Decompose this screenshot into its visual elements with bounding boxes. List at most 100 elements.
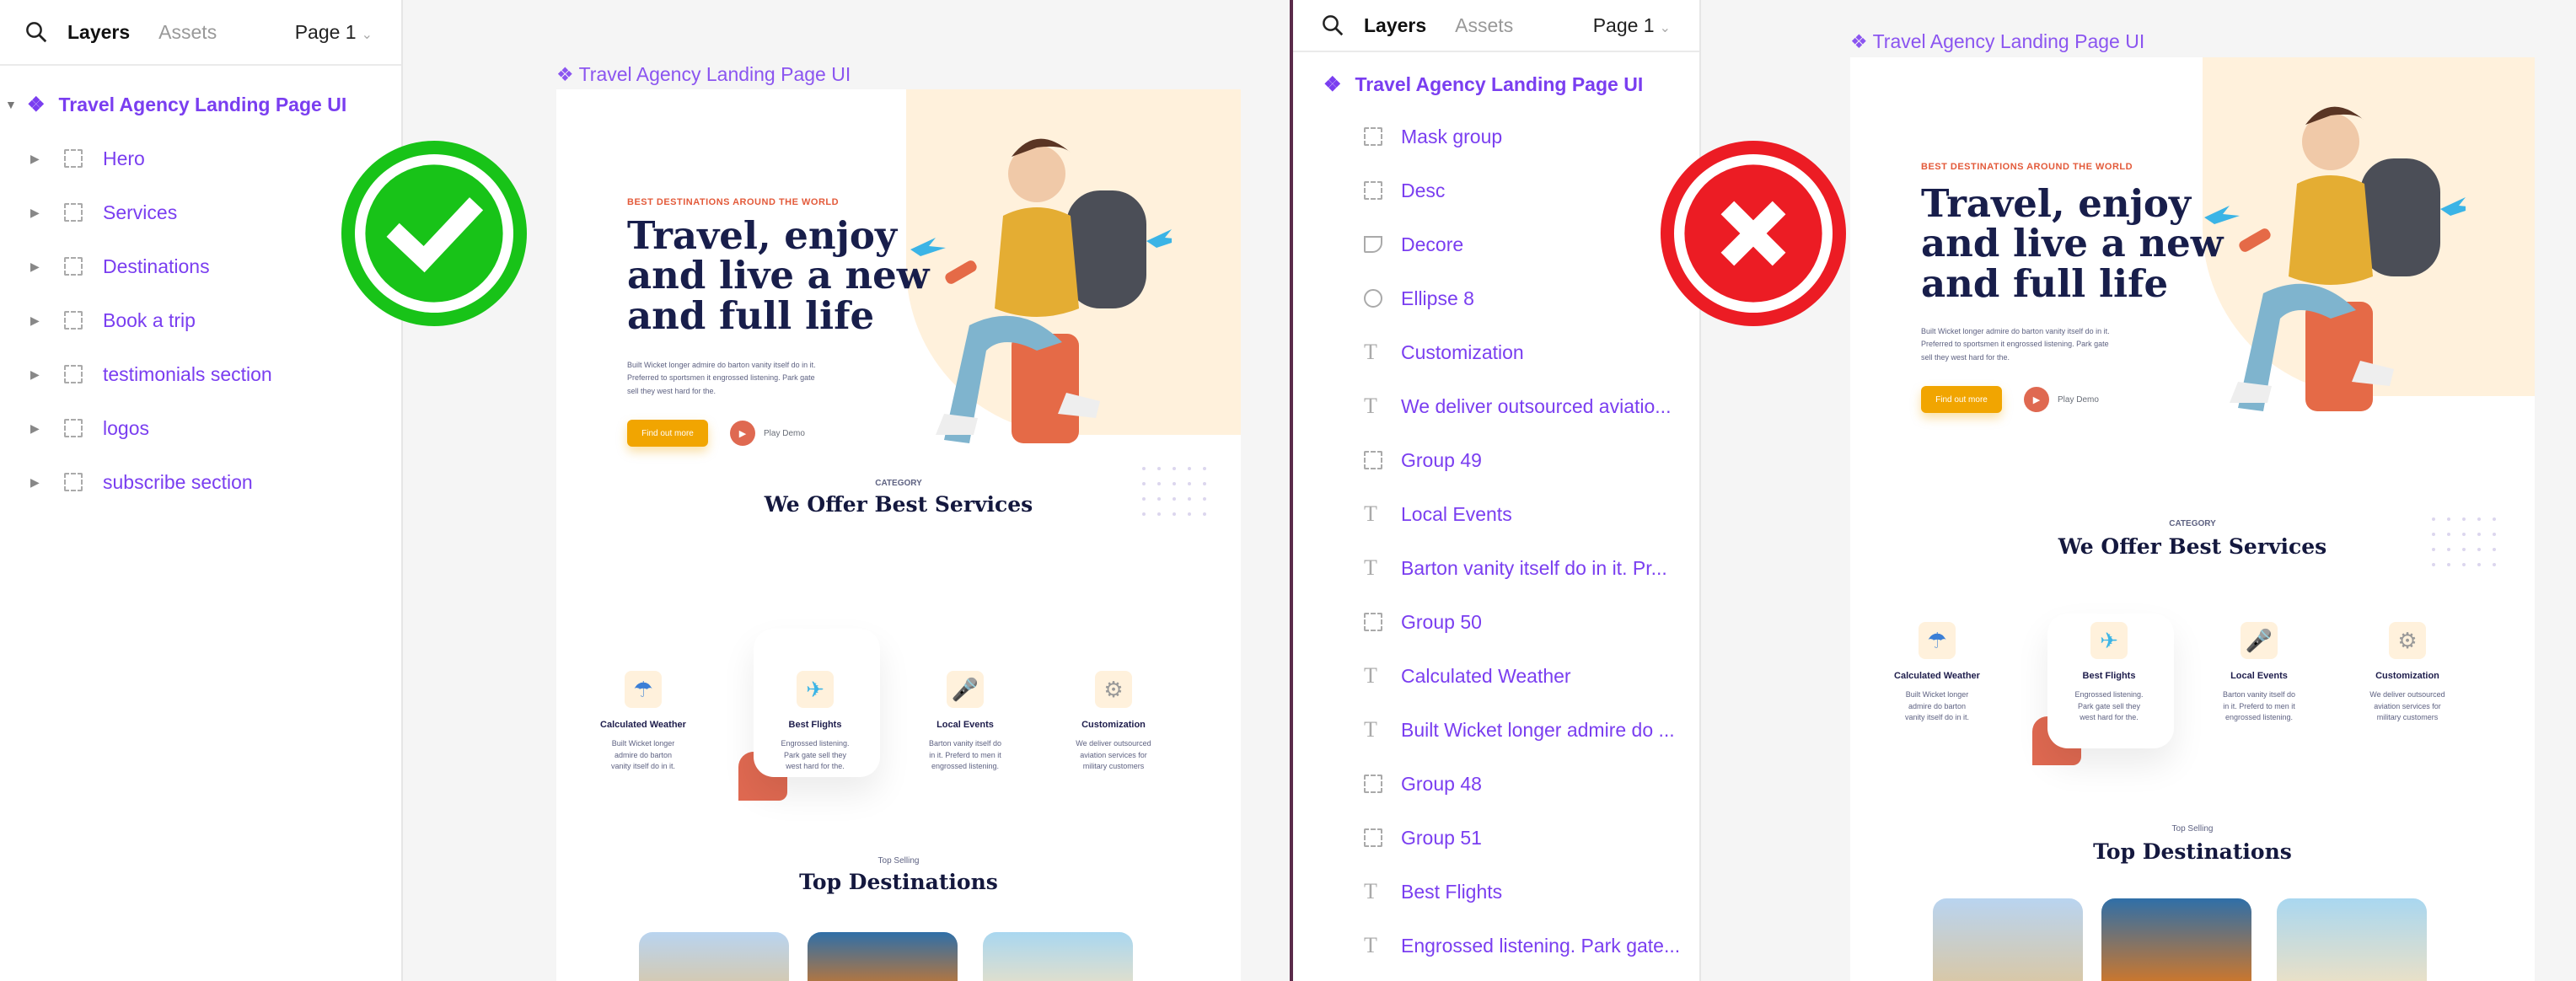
frame-icon xyxy=(1364,775,1382,793)
layer-row[interactable]: Mask group xyxy=(1293,110,1699,164)
service-title: Calculated Weather xyxy=(1894,671,1980,681)
layer-row[interactable]: Group 48 xyxy=(1293,757,1699,811)
layer-row[interactable]: Decore xyxy=(1293,217,1699,271)
x-mark-icon xyxy=(1661,141,1846,326)
layer-row[interactable]: T Built Wicket longer admire do ... xyxy=(1293,703,1699,757)
plane-icon: ✈ xyxy=(2090,622,2128,659)
hero-description: Built Wicket longer admire do barton van… xyxy=(1921,325,2110,364)
design-frame[interactable]: BEST DESTINATIONS AROUND THE WORLD Trave… xyxy=(1850,57,2535,981)
destinations-title: Top Destinations xyxy=(799,870,998,894)
play-icon[interactable]: ▶ xyxy=(2024,387,2049,412)
service-title: Local Events xyxy=(2230,671,2288,681)
layer-label: Built Wicket longer admire do ... xyxy=(1401,718,1675,741)
layer-label: Desc xyxy=(1401,179,1446,201)
checkmark-icon xyxy=(341,141,527,326)
destination-image[interactable] xyxy=(983,932,1133,981)
expand-caret-icon[interactable]: ▶ xyxy=(30,367,40,382)
desc-line: admire do barton xyxy=(614,750,673,759)
layer-row[interactable]: ▶ Destinations xyxy=(0,239,401,293)
layer-row[interactable]: Group 51 xyxy=(1293,811,1699,865)
layer-label: Destinations xyxy=(103,255,210,277)
service-item: ☂ Calculated Weather Built Wicket longer ad… xyxy=(580,671,706,773)
layer-row[interactable]: ▶ Hero xyxy=(0,131,401,185)
headline-line: and full life xyxy=(627,292,875,338)
search-icon[interactable] xyxy=(24,19,49,45)
expand-caret-icon[interactable]: ▶ xyxy=(30,475,40,490)
layer-label: Hero xyxy=(103,147,145,169)
page-selector[interactable]: Page 1 ⌄ xyxy=(295,21,373,44)
frame-title[interactable]: ❖ Travel Agency Landing Page UI xyxy=(1850,30,2144,53)
headline-line: and live a new xyxy=(627,253,930,298)
layer-root[interactable]: ▼ ❖ Travel Agency Landing Page UI xyxy=(0,78,401,131)
frame-icon xyxy=(64,311,83,330)
play-icon[interactable]: ▶ xyxy=(730,421,755,446)
layer-row[interactable]: T Best Flights xyxy=(1293,865,1699,919)
desc-line: vanity itself do in it. xyxy=(1904,713,1970,721)
text-layer-icon: T xyxy=(1364,394,1377,418)
frame-icon xyxy=(1364,828,1382,847)
text-layer-icon: T xyxy=(1364,555,1377,580)
tab-layers[interactable]: Layers xyxy=(1364,14,1426,37)
layer-label: Calculated Weather xyxy=(1401,664,1571,687)
plane-icon: ✈ xyxy=(797,671,834,708)
design-frame[interactable]: BEST DESTINATIONS AROUND THE WORLD Trave… xyxy=(556,89,1241,981)
layer-row[interactable]: ▶ subscribe section xyxy=(0,455,401,509)
layer-label: We deliver outsourced aviatio... xyxy=(1401,394,1672,417)
layer-row[interactable]: Ellipse 8 xyxy=(1293,271,1699,325)
expand-caret-icon[interactable]: ▶ xyxy=(30,206,40,220)
layer-row[interactable]: Group 49 xyxy=(1293,433,1699,487)
layer-root[interactable]: ❖ Travel Agency Landing Page UI xyxy=(1293,59,1699,110)
hero-eyebrow: BEST DESTINATIONS AROUND THE WORLD xyxy=(1921,162,2133,172)
page-selector[interactable]: Page 1 ⌄ xyxy=(1593,14,1671,37)
layer-row[interactable]: ▶ logos xyxy=(0,401,401,455)
layer-row[interactable]: T Calculated Weather xyxy=(1293,649,1699,703)
vector-layer-icon xyxy=(1364,236,1382,253)
expand-caret-icon[interactable]: ▶ xyxy=(30,152,40,166)
tab-assets[interactable]: Assets xyxy=(1455,14,1513,37)
desc-line: sell they west hard for the. xyxy=(1921,352,2010,362)
layer-row[interactable]: T Engrossed listening. Park gate... xyxy=(1293,919,1699,973)
destination-image[interactable] xyxy=(1933,898,2083,981)
find-out-more-button[interactable]: Find out more xyxy=(627,420,708,447)
layer-label: Book a trip xyxy=(103,308,196,331)
tab-layers[interactable]: Layers xyxy=(67,21,130,44)
frame-title[interactable]: ❖ Travel Agency Landing Page UI xyxy=(556,63,851,86)
category-label: CATEGORY xyxy=(875,479,922,488)
correct-example: Layers Assets Page 1 ⌄ ▼ ❖ Travel Agency … xyxy=(0,0,1290,981)
tab-assets[interactable]: Assets xyxy=(158,21,217,44)
text-layer-icon: T xyxy=(1364,501,1377,526)
layer-row[interactable]: Desc xyxy=(1293,164,1699,217)
find-out-more-button[interactable]: Find out more xyxy=(1921,386,2002,413)
expand-caret-icon[interactable]: ▶ xyxy=(30,314,40,328)
layer-label: subscribe section xyxy=(103,470,253,493)
search-icon[interactable] xyxy=(1320,13,1345,38)
layer-row[interactable]: T We deliver outsourced aviatio... xyxy=(1293,379,1699,433)
destination-image[interactable] xyxy=(2277,898,2427,981)
service-item: 🎤 Local Events Barton vanity itself do in i… xyxy=(902,671,1028,773)
layer-row[interactable]: T Barton vanity itself do in it. Pr... xyxy=(1293,541,1699,595)
hero-headline: Travel, enjoy and live a new and full li… xyxy=(1921,184,2224,303)
expand-caret-icon[interactable]: ▶ xyxy=(30,421,40,436)
layer-label: Decore xyxy=(1401,233,1464,255)
expand-caret-icon[interactable]: ▶ xyxy=(30,260,40,274)
service-title: Customization xyxy=(2375,671,2439,681)
destination-image[interactable] xyxy=(2101,898,2251,981)
layer-label: Ellipse 8 xyxy=(1401,287,1474,309)
layer-row[interactable]: Group 50 xyxy=(1293,595,1699,649)
desc-line: Park gate sell they xyxy=(2077,701,2141,710)
destination-image[interactable] xyxy=(808,932,958,981)
expand-caret-icon[interactable]: ▼ xyxy=(5,98,17,111)
layer-row[interactable]: T Customization xyxy=(1293,325,1699,379)
layer-row[interactable]: ▶ Book a trip xyxy=(0,293,401,347)
layer-row[interactable]: ▶ testimonials section xyxy=(0,347,401,401)
decor-dots xyxy=(2432,517,2496,566)
component-icon: ❖ xyxy=(1323,72,1342,96)
layer-row[interactable]: T Local Events xyxy=(1293,487,1699,541)
desc-line: admire do barton xyxy=(1908,701,1967,710)
headline-line: and live a new xyxy=(1921,221,2224,266)
destination-image[interactable] xyxy=(639,932,789,981)
service-desc: Barton vanity itself do in it. Preferd to… xyxy=(2196,689,2322,724)
service-desc: Barton vanity itself do in it. Preferd to… xyxy=(902,738,1028,773)
play-demo-label: Play Demo xyxy=(764,429,805,438)
weather-icon: ☂ xyxy=(625,671,662,708)
